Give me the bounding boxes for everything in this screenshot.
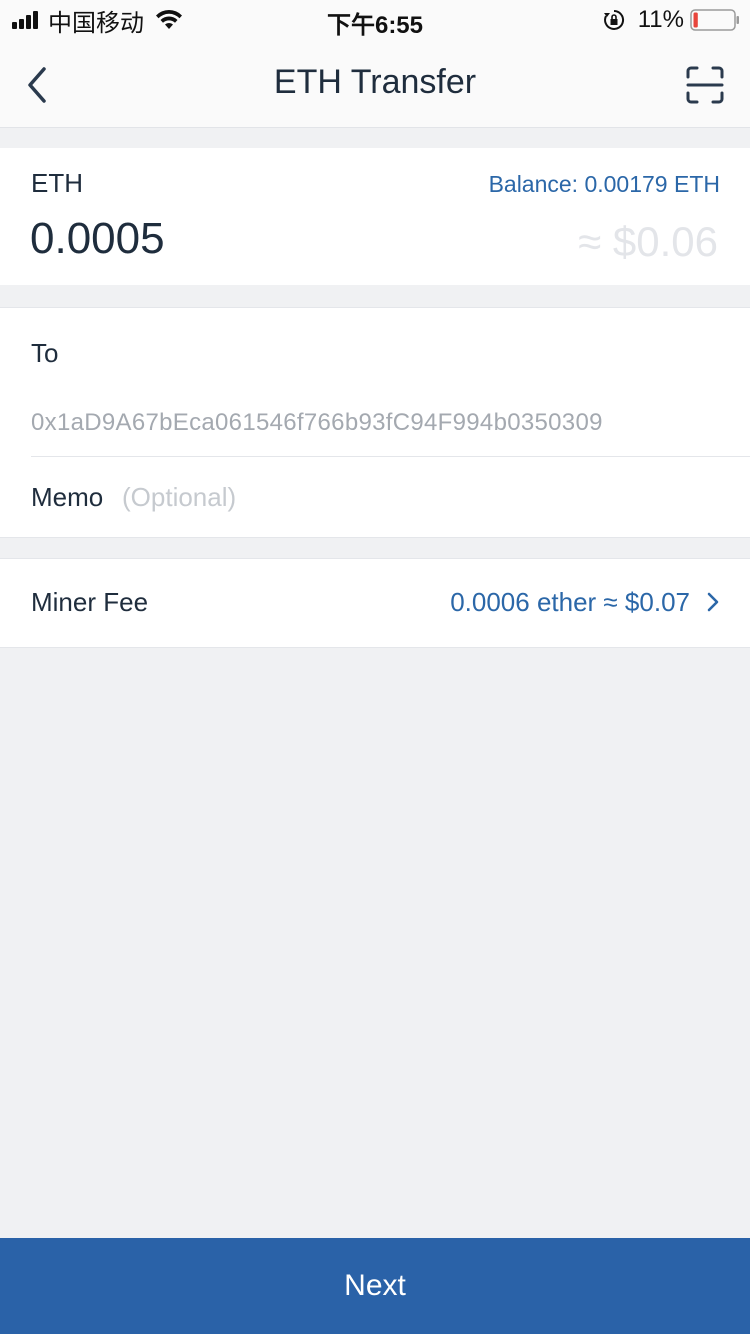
- nav-bar: ETH Transfer: [0, 40, 750, 128]
- scan-qr-icon[interactable]: [686, 66, 724, 104]
- recipient-card: To 0x1aD9A67bEca061546f766b93fC94F994b03…: [0, 307, 750, 538]
- coin-label: ETH: [31, 168, 83, 198]
- rotation-lock-icon: [603, 9, 624, 30]
- page-title: ETH Transfer: [273, 63, 477, 101]
- next-button[interactable]: Next: [0, 1238, 750, 1334]
- battery-percent: 11%: [637, 6, 684, 33]
- amount-input[interactable]: 0.0005: [30, 214, 165, 264]
- memo-input[interactable]: [122, 482, 682, 513]
- battery-icon: [690, 9, 739, 31]
- fiat-estimate: ≈ $0.06: [578, 218, 718, 265]
- memo-label: Memo: [31, 482, 104, 512]
- status-bar: 中国移动 下午6:55 11%: [0, 0, 750, 40]
- miner-fee-value: 0.0006 ether ≈ $0.07: [450, 587, 690, 617]
- chevron-right-icon: [707, 592, 719, 612]
- miner-fee-label: Miner Fee: [31, 587, 149, 617]
- amount-card: ETH Balance: 0.00179 ETH 0.0005 ≈ $0.06: [0, 148, 750, 285]
- status-right: 11%: [602, 6, 740, 34]
- balance-text: Balance: 0.00179 ETH: [488, 171, 720, 197]
- to-label: To: [31, 338, 59, 368]
- miner-fee-row[interactable]: Miner Fee 0.0006 ether ≈ $0.07: [0, 558, 750, 648]
- address-input[interactable]: 0x1aD9A67bEca061546f766b93fC94F994b03503…: [31, 409, 603, 437]
- divider: [31, 456, 750, 457]
